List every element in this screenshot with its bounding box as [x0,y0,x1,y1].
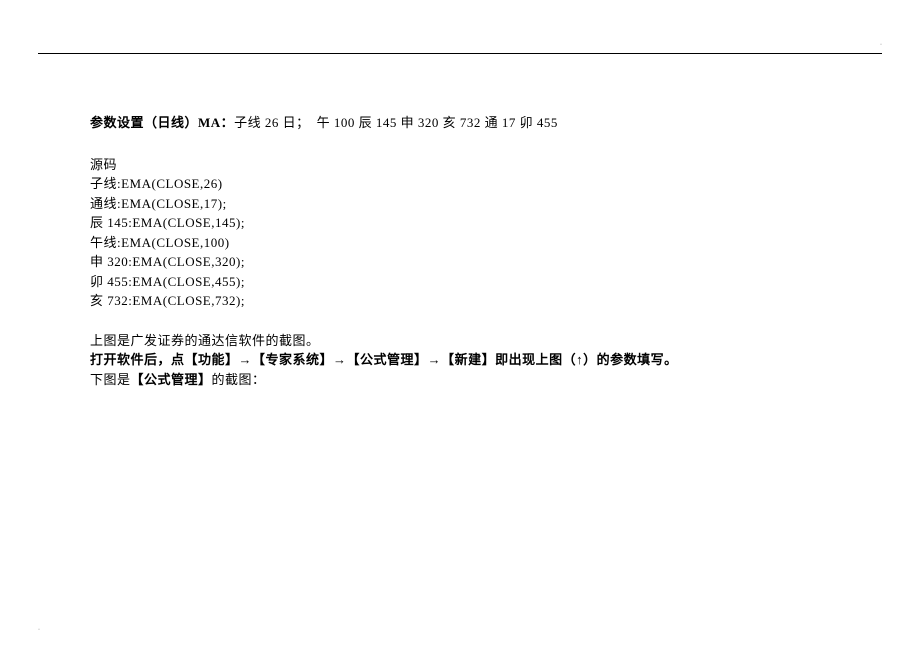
description-line-1: 上图是广发证券的通达信软件的截图。 [90,331,830,351]
param-prefix: 参数设置（日线）MA： [90,115,234,130]
source-code-block: 源码 子线:EMA(CLOSE,26) 通线:EMA(CLOSE,17); 辰 … [90,155,830,311]
desc3-post: 的截图： [212,372,266,387]
desc3-pre: 下图是 [90,372,131,387]
desc2-btn-formula: 【公式管理】 [347,352,428,367]
horizontal-rule [38,53,882,54]
desc2-post: 即出现上图（↑）的参数填写。 [495,352,678,367]
desc2-btn-expert: 【专家系统】 [252,352,333,367]
source-line: 亥 732:EMA(CLOSE,732); [90,291,830,311]
source-line: 申 320:EMA(CLOSE,320); [90,252,830,272]
description-line-2: 打开软件后，点【功能】→【专家系统】→【公式管理】→【新建】即出现上图（↑）的参… [90,350,830,370]
desc2-arrow: → [239,352,253,367]
desc3-btn-formula: 【公式管理】 [131,372,212,387]
parameter-settings-line: 参数设置（日线）MA：子线 26 日； 午 100 辰 145 申 320 亥 … [90,113,830,133]
document-content: 参数设置（日线）MA：子线 26 日； 午 100 辰 145 申 320 亥 … [90,113,830,389]
desc2-btn-function: 【功能】 [185,352,239,367]
desc2-arrow: → [333,352,347,367]
footer-marker: · [38,627,40,633]
source-line: 午线:EMA(CLOSE,100) [90,233,830,253]
source-title: 源码 [90,155,830,175]
desc2-arrow: → [428,352,442,367]
desc2-btn-new: 【新建】 [441,352,495,367]
description-block: 上图是广发证券的通达信软件的截图。 打开软件后，点【功能】→【专家系统】→【公式… [90,331,830,390]
source-line: 卯 455:EMA(CLOSE,455); [90,272,830,292]
source-line: 子线:EMA(CLOSE,26) [90,174,830,194]
source-line: 辰 145:EMA(CLOSE,145); [90,213,830,233]
description-line-3: 下图是【公式管理】的截图： [90,370,830,390]
header-marker: · [880,42,882,48]
desc2-pre: 打开软件后，点 [90,352,185,367]
param-rest: 子线 26 日； 午 100 辰 145 申 320 亥 732 通 17 卯 … [234,115,558,130]
source-line: 通线:EMA(CLOSE,17); [90,194,830,214]
